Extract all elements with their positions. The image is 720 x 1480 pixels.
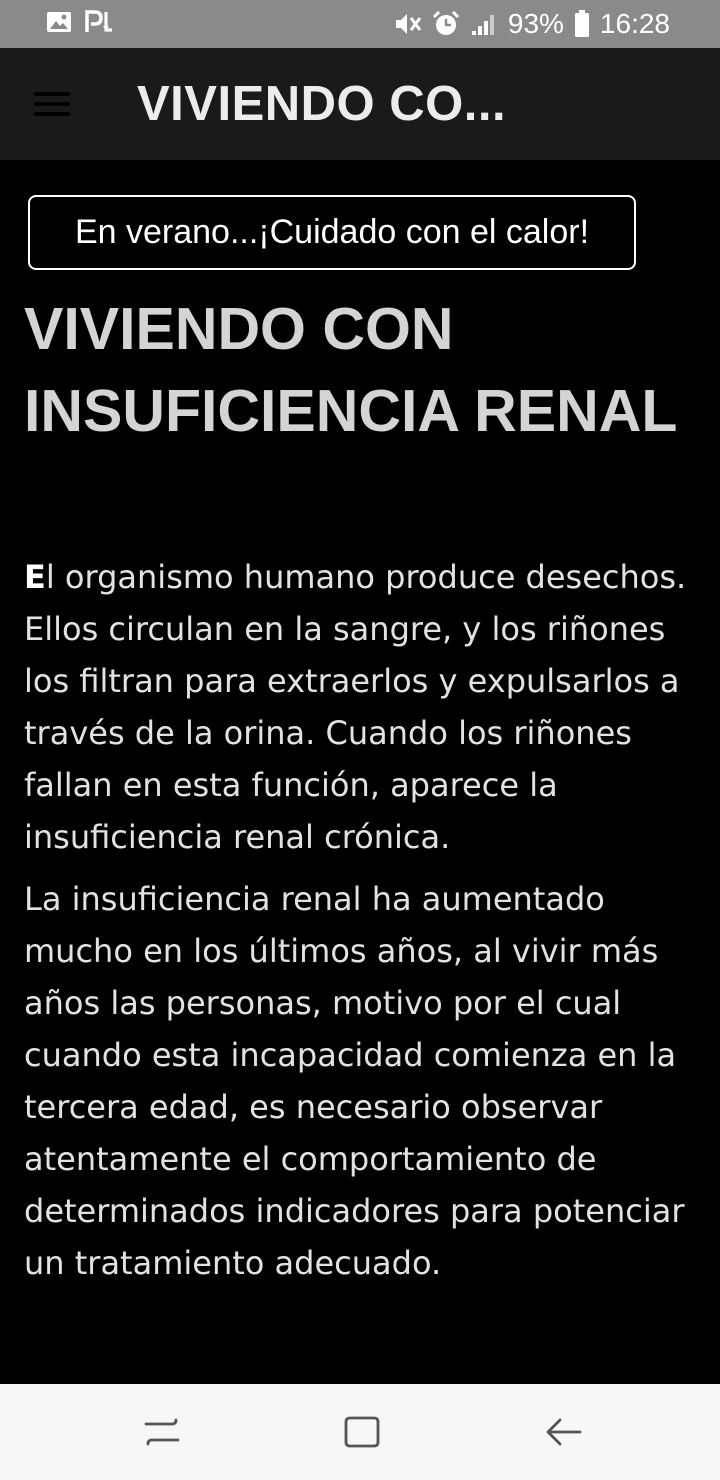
recents-icon[interactable] <box>142 1412 182 1452</box>
pl-app-icon <box>85 10 112 32</box>
system-navigation-bar <box>0 1384 720 1480</box>
status-bar: 93% 16:28 <box>0 0 720 48</box>
signal-icon <box>471 15 494 35</box>
status-right-area: 93% 16:28 <box>394 8 670 40</box>
battery-percent: 93% <box>507 8 564 39</box>
menu-icon-line <box>34 112 70 116</box>
app-bar: VIVIENDO CO... <box>0 48 720 160</box>
article-paragraph: El organismo humano produce desechos. El… <box>24 551 696 863</box>
back-icon[interactable] <box>544 1412 584 1452</box>
menu-icon-line <box>34 102 70 106</box>
gallery-icon <box>47 12 71 32</box>
mute-icon <box>395 14 422 34</box>
battery-icon <box>574 10 589 37</box>
main-content[interactable]: En verano...¡Cuidado con el calor! VIVIE… <box>0 160 720 1384</box>
status-left-icons <box>46 9 114 35</box>
clock-time: 16:28 <box>599 8 670 39</box>
hamburger-menu-button[interactable] <box>32 88 72 120</box>
article-body: El organismo humano produce desechos. El… <box>24 551 696 1299</box>
drop-cap: E <box>24 558 46 596</box>
menu-icon-line <box>34 92 70 96</box>
page-title: VIVIENDO CON INSUFICIENCIA RENAL <box>24 296 678 444</box>
paragraph-text: l organismo humano produce desechos. Ell… <box>24 558 687 856</box>
alarm-icon <box>432 10 459 35</box>
app-bar-title: VIVIENDO CO... <box>137 77 507 131</box>
summer-heat-banner-button[interactable]: En verano...¡Cuidado con el calor! <box>28 195 636 270</box>
article-paragraph: La insuficiencia renal ha aumentado much… <box>24 880 685 1282</box>
home-icon[interactable] <box>342 1412 382 1452</box>
